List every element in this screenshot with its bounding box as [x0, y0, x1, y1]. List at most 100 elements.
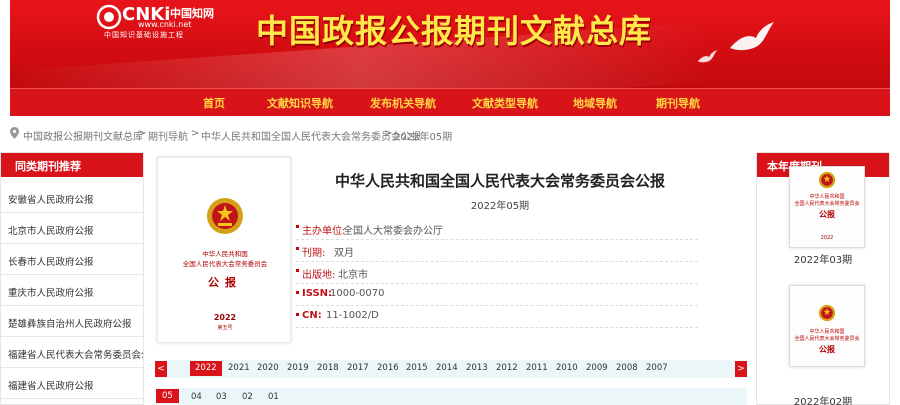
issue-cover-caption[interactable]: 2022年02期	[757, 393, 889, 405]
info-row-issn: ISSN: 1000-0070	[296, 284, 698, 306]
info-value: 1000-0070	[330, 288, 385, 299]
issue-option[interactable]: 04	[191, 392, 202, 402]
similar-journal-item[interactable]: 长春市人民政府公报	[1, 244, 143, 275]
thumb-line2: 全国人民代表大会常务委员会	[794, 336, 860, 342]
info-value: 11-1002/D	[326, 310, 379, 321]
info-value: 北京市	[338, 270, 368, 281]
info-row-frequency: 刊期: 双月	[296, 240, 698, 262]
info-label: 刊期:	[302, 248, 326, 259]
bullet-icon	[296, 291, 299, 294]
dove-icon	[730, 22, 774, 51]
similar-journal-item[interactable]: 重庆市人民政府公报	[1, 275, 143, 306]
location-pin-icon	[10, 127, 19, 139]
thumb-label: 公报	[819, 345, 835, 354]
breadcrumb-item-journals[interactable]: 期刊导航	[148, 128, 188, 143]
info-row-place: 出版地: 北京市	[296, 262, 698, 284]
info-value: 全国人大常委会办公厅	[343, 226, 443, 237]
breadcrumb-separator: >	[384, 128, 393, 139]
thumb-label: 公报	[819, 210, 835, 219]
journal-title: 中华人民共和国全国人民代表大会常务委员会公报	[334, 172, 665, 190]
year-next-button[interactable]: >	[735, 361, 747, 377]
site-title: 中国政报公报期刊文献总库	[256, 12, 653, 50]
thumb-line1: 中华人民共和国	[809, 194, 845, 200]
info-row-cn: CN: 11-1002/D	[296, 306, 698, 328]
year-option[interactable]: 2015	[406, 363, 428, 373]
logo-subtitle: 中国知识基础设施工程	[104, 31, 184, 39]
thumb-line1: 中华人民共和国	[809, 329, 845, 335]
similar-journal-item[interactable]: 安徽省人民政府公报	[1, 182, 143, 213]
cnki-logo[interactable]: CNKi 中国知网 www.cnki.net 中国知识基础设施工程	[96, 4, 216, 40]
site-banner: CNKi 中国知网 www.cnki.net 中国知识基础设施工程 中国政报公报…	[10, 0, 890, 88]
similar-journals-title: 同类期刊推荐	[1, 153, 143, 177]
issue-option[interactable]: 03	[216, 392, 227, 402]
info-label: 出版地:	[302, 270, 336, 281]
info-label: ISSN:	[302, 288, 333, 299]
nav-item-journal[interactable]: 期刊导航	[656, 95, 700, 111]
info-value: 双月	[334, 248, 354, 259]
bullet-icon	[296, 225, 299, 228]
year-option[interactable]: 2010	[556, 363, 578, 373]
issue-option[interactable]: 02	[242, 392, 253, 402]
similar-journal-item[interactable]: 福建省人民代表大会常务委员会公报	[1, 337, 143, 368]
nav-item-knowledge[interactable]: 文献知识导航	[267, 95, 333, 111]
year-option-selected[interactable]: 2022	[190, 361, 222, 376]
info-label: CN:	[302, 310, 322, 321]
year-option[interactable]: 2014	[436, 363, 458, 373]
bullet-icon	[296, 247, 299, 250]
nav-item-region[interactable]: 地域导航	[573, 95, 617, 111]
issue-cover-caption[interactable]: 2022年03期	[757, 251, 889, 266]
breadcrumb-separator: >	[191, 128, 200, 139]
thumb-year: 2022	[820, 235, 834, 241]
issue-cover-thumbnail[interactable]: 中华人民共和国 全国人民代表大会常务委员会 公报 2022	[789, 166, 865, 248]
info-label: 主办单位:	[302, 226, 346, 237]
cover-year: 2022	[213, 313, 237, 322]
journal-issue: 2022年05期	[470, 201, 530, 212]
cover-line1: 中华人民共和国	[202, 250, 248, 258]
national-emblem-icon	[818, 171, 836, 189]
cnki-logo-icon	[96, 4, 122, 30]
info-row-sponsor: 主办单位: 全国人大常委会办公厅	[296, 218, 698, 240]
breadcrumb-item-library[interactable]: 中国政报公报期刊文献总库	[23, 128, 143, 143]
breadcrumb-item-issue: 2022年05期	[394, 132, 453, 143]
cover-issue: 第五号	[217, 325, 233, 331]
year-option[interactable]: 2019	[287, 363, 309, 373]
journal-cover[interactable]: 中华人民共和国 全国人民代表大会常务委员会 公报 2022 第五号	[157, 157, 291, 343]
year-option[interactable]: 2008	[616, 363, 638, 373]
similar-journals-panel: 同类期刊推荐 安徽省人民政府公报 北京市人民政府公报 长春市人民政府公报 重庆市…	[0, 152, 144, 405]
year-option[interactable]: 2009	[586, 363, 608, 373]
bullet-icon	[296, 269, 299, 272]
year-option[interactable]: 2016	[377, 363, 399, 373]
year-prev-button[interactable]: <	[155, 361, 167, 377]
year-option[interactable]: 2018	[317, 363, 339, 373]
issue-option-selected[interactable]: 05	[156, 389, 179, 403]
nav-item-publisher[interactable]: 发布机关导航	[370, 95, 436, 111]
year-option[interactable]: 2013	[466, 363, 488, 373]
cover-line2: 全国人民代表大会常务委员会	[182, 260, 268, 268]
cover-label: 公报	[208, 276, 242, 289]
similar-journal-item[interactable]: 楚雄彝族自治州人民政府公报	[1, 306, 143, 337]
this-year-issues-panel: 本年度期刊 中华人民共和国 全国人民代表大会常务委员会 公报 2022 2022…	[756, 152, 890, 405]
page: CNKi 中国知网 www.cnki.net 中国知识基础设施工程 中国政报公报…	[0, 0, 900, 405]
main-nav: 首页 文献知识导航 发布机关导航 文献类型导航 地域导航 期刊导航	[10, 88, 890, 116]
logo-cn: 中国知网	[170, 7, 214, 20]
breadcrumb-separator: >	[138, 128, 147, 139]
dove-icon-small	[697, 49, 718, 63]
year-option[interactable]: 2012	[496, 363, 518, 373]
nav-item-home[interactable]: 首页	[203, 95, 225, 111]
year-option[interactable]: 2021	[228, 363, 250, 373]
year-option[interactable]: 2020	[257, 363, 279, 373]
national-emblem-icon	[207, 198, 243, 234]
national-emblem-icon	[818, 304, 836, 322]
nav-item-doctype[interactable]: 文献类型导航	[472, 95, 538, 111]
year-option[interactable]: 2011	[526, 363, 548, 373]
logo-url: www.cnki.net	[138, 20, 192, 29]
breadcrumb: 中国政报公报期刊文献总库 > 期刊导航 > 中华人民共和国全国人民代表大会常务委…	[10, 124, 890, 144]
year-option[interactable]: 2017	[347, 363, 369, 373]
issue-cover-thumbnail[interactable]: 中华人民共和国 全国人民代表大会常务委员会 公报	[789, 285, 865, 367]
similar-journal-item[interactable]: 北京市人民政府公报	[1, 213, 143, 244]
issue-option[interactable]: 01	[268, 392, 279, 402]
thumb-line2: 全国人民代表大会常务委员会	[794, 201, 860, 207]
year-option[interactable]: 2007	[646, 363, 668, 373]
similar-journal-item[interactable]: 福建省人民政府公报	[1, 368, 143, 399]
bullet-icon	[296, 313, 299, 316]
